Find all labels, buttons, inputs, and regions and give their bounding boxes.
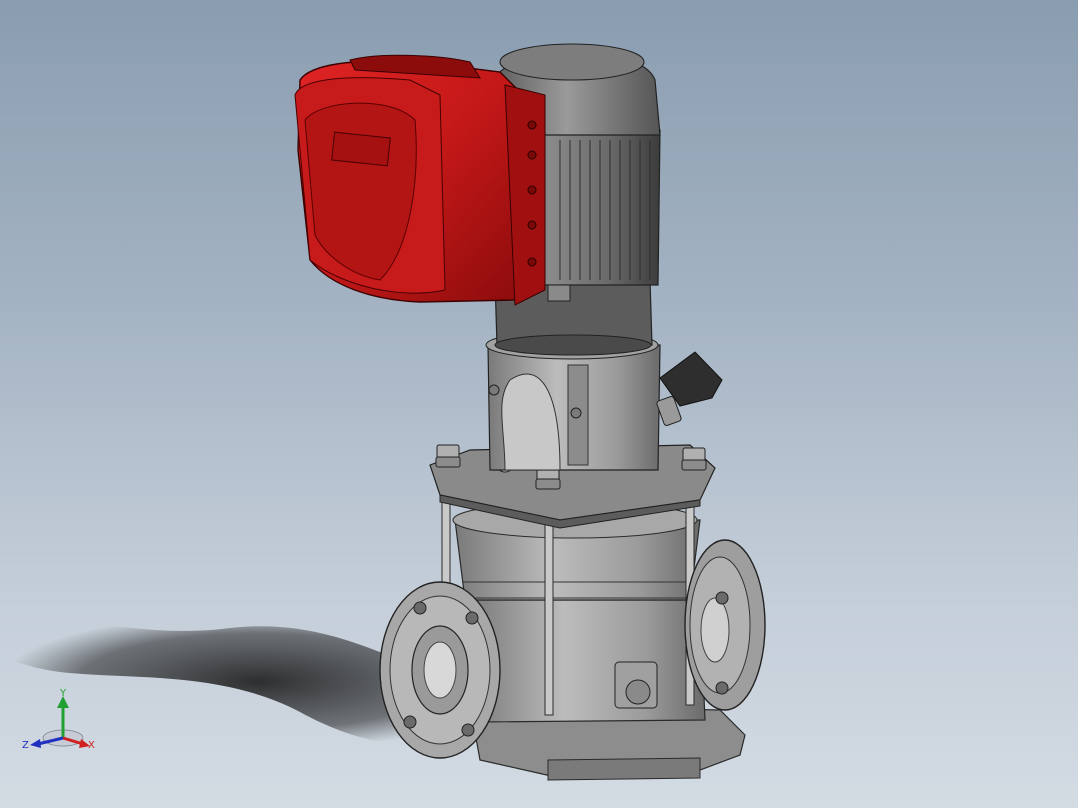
- z-arrow-head: [30, 739, 41, 748]
- pressure-sensor: [656, 351, 723, 426]
- frequency-drive: [294, 54, 546, 306]
- z-axis-label: Z: [22, 740, 29, 751]
- view-orientation-triad[interactable]: Y X Z: [22, 686, 100, 758]
- inlet-flange: [379, 581, 501, 759]
- graphics-viewport[interactable]: Y X Z: [0, 0, 1078, 808]
- outlet-flange: [684, 539, 766, 711]
- x-axis-label: X: [88, 740, 95, 751]
- pump-model[interactable]: [0, 0, 1078, 808]
- y-axis-label: Y: [59, 688, 67, 699]
